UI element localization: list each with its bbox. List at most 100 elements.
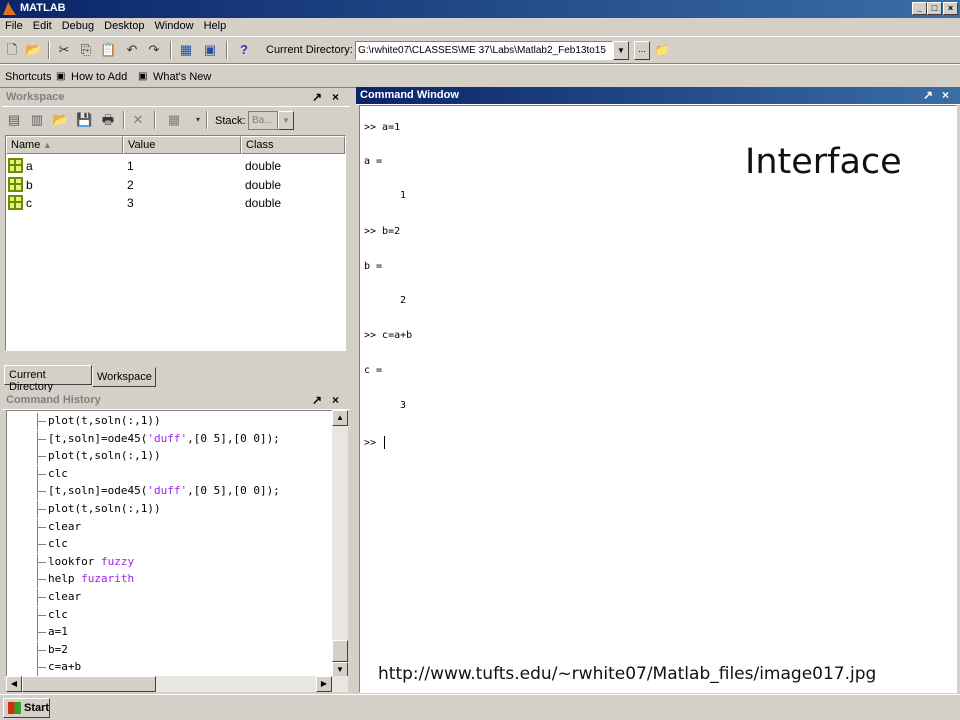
output-line: b = — [364, 261, 382, 272]
text-cursor — [384, 436, 386, 449]
current-directory-dropdown[interactable]: ▼ — [613, 41, 629, 60]
plot-selection-icon[interactable]: ▦ — [166, 112, 182, 128]
row-class: double — [245, 159, 282, 173]
undock-icon[interactable]: ↗ — [312, 90, 322, 104]
history-command: clear — [48, 520, 81, 533]
undo-icon[interactable]: ↶ — [124, 42, 140, 58]
paste-icon[interactable]: 📋 — [100, 42, 116, 58]
output-line: c = — [364, 365, 382, 376]
row-class: double — [245, 178, 282, 192]
undock-icon[interactable]: ↗ — [312, 393, 322, 407]
line-text: >> b=2 — [364, 226, 401, 237]
tree-connector — [37, 589, 46, 606]
tab-current-directory[interactable]: Current Directory — [4, 365, 92, 393]
stack-select[interactable]: Ba... — [248, 111, 278, 130]
history-command: b=2 — [48, 643, 68, 656]
scroll-left-icon[interactable]: ◀ — [6, 676, 22, 692]
tree-connector — [37, 606, 46, 624]
guide-icon[interactable]: ▣ — [202, 42, 218, 58]
scroll-up-icon[interactable]: ▲ — [332, 410, 348, 426]
close-panel-icon[interactable]: × — [332, 393, 339, 407]
line-text: >> c=a+b — [364, 330, 413, 341]
open-variable-icon[interactable]: ▥ — [29, 112, 45, 128]
line-text: >> — [364, 437, 383, 449]
stack-dropdown-icon[interactable]: ▼ — [278, 111, 294, 130]
history-vscrollbar[interactable]: ▲ ▼ — [332, 410, 348, 678]
menu-debug[interactable]: Debug — [57, 18, 99, 32]
command-window-title-bar: Command Window ↗ × — [356, 87, 960, 105]
help-icon[interactable]: ? — [236, 42, 252, 58]
start-button[interactable]: Start — [3, 698, 50, 718]
shortcut-icon: ▣ — [56, 71, 66, 82]
workspace-table: Name ▲ Value Class a 1 double b 2 double… — [5, 135, 346, 408]
column-header-name[interactable]: Name ▲ — [6, 136, 123, 154]
history-command: clear — [48, 590, 81, 603]
history-command: clc — [48, 467, 68, 480]
print-icon[interactable]: 🖶 — [100, 112, 116, 128]
tree-connector — [37, 536, 46, 554]
tree-connector — [37, 430, 46, 448]
minimize-button[interactable]: _ — [912, 2, 927, 15]
line-text: >> a=1 — [364, 122, 401, 133]
close-button[interactable]: × — [943, 2, 958, 15]
cut-icon[interactable]: ✂ — [56, 42, 72, 58]
shortcut-how-to-add[interactable]: How to Add — [71, 71, 127, 83]
current-directory-label: Current Directory: — [266, 44, 353, 56]
tab-workspace[interactable]: Workspace — [92, 367, 156, 387]
toolbar-separator — [206, 111, 208, 129]
shortcuts-label: Shortcuts — [5, 71, 52, 83]
import-data-icon[interactable]: 📂 — [52, 112, 68, 128]
history-hscrollbar[interactable]: ◀ ▶ — [6, 676, 348, 692]
browse-folder-button[interactable]: ... — [634, 41, 650, 60]
row-name: a — [26, 159, 33, 173]
workspace-title: Workspace — [6, 91, 65, 103]
menu-window[interactable]: Window — [149, 18, 198, 32]
open-file-icon[interactable]: 📂 — [25, 42, 41, 58]
start-label: Start — [24, 702, 50, 714]
scroll-thumb[interactable] — [332, 640, 348, 662]
command-text: ,[0 5],[0 0]); — [187, 431, 280, 445]
history-command: [t,soln]=ode45('duff',[0 5],[0 0]); — [48, 432, 280, 445]
save-workspace-icon[interactable]: 💾 — [76, 112, 92, 128]
close-panel-icon[interactable]: × — [332, 90, 339, 104]
menu-file[interactable]: File — [0, 18, 28, 32]
tree-connector — [37, 624, 46, 642]
shortcut-whats-new[interactable]: What's New — [153, 71, 211, 83]
main-toolbar: 🗋 📂 ✂ ⎘ 📋 ↶ ↷ ▦ ▣ ? Current Directory: G… — [0, 36, 960, 64]
current-directory-field[interactable]: G:\rwhite07\CLASSES\ME 37\Labs\Matlab2_F… — [355, 41, 613, 60]
scroll-right-icon[interactable]: ▶ — [316, 676, 332, 692]
output-line: 3 — [400, 400, 406, 411]
menu-edit[interactable]: Edit — [28, 18, 57, 32]
row-value: 1 — [127, 159, 134, 173]
plot-dropdown-icon[interactable]: ▾ — [190, 112, 206, 128]
maximize-button[interactable]: □ — [927, 2, 942, 15]
history-command: [t,soln]=ode45('duff',[0 5],[0 0]); — [48, 484, 280, 497]
new-variable-icon[interactable]: ▤ — [6, 112, 22, 128]
command-text: [t,soln]=ode45( — [48, 431, 148, 445]
new-file-icon[interactable]: 🗋 — [4, 42, 20, 58]
command-prompt-line: >> a=1 — [364, 122, 400, 133]
simulink-icon[interactable]: ▦ — [178, 42, 194, 58]
command-prompt-line: >> b=2 — [364, 226, 400, 237]
slide-title: Interface — [745, 142, 902, 182]
column-header-class[interactable]: Class — [241, 136, 345, 154]
variable-icon — [8, 158, 23, 173]
delete-variable-icon[interactable]: ✕ — [130, 112, 146, 128]
menu-help[interactable]: Help — [199, 18, 232, 32]
tree-connector — [37, 659, 46, 677]
column-header-value[interactable]: Value — [123, 136, 241, 154]
scroll-thumb[interactable] — [22, 676, 156, 692]
string-literal: fuzzy — [100, 554, 135, 568]
undock-icon[interactable]: ↗ — [923, 88, 933, 102]
redo-icon[interactable]: ↷ — [146, 42, 162, 58]
command-text: clear — [48, 590, 82, 603]
copy-icon[interactable]: ⎘ — [78, 42, 94, 58]
menu-desktop[interactable]: Desktop — [99, 18, 149, 32]
line-text: 3 — [400, 400, 407, 411]
variable-icon — [8, 195, 23, 210]
close-panel-icon[interactable]: × — [942, 88, 949, 102]
output-line: 2 — [400, 295, 406, 306]
parent-folder-icon[interactable]: 📁 — [654, 43, 670, 58]
command-window-body[interactable]: >> a=1 a = 1 >> b=2 b = 2 >> c=a+b c = 3 >> — [359, 105, 957, 693]
history-command: help fuzarith — [48, 572, 134, 585]
